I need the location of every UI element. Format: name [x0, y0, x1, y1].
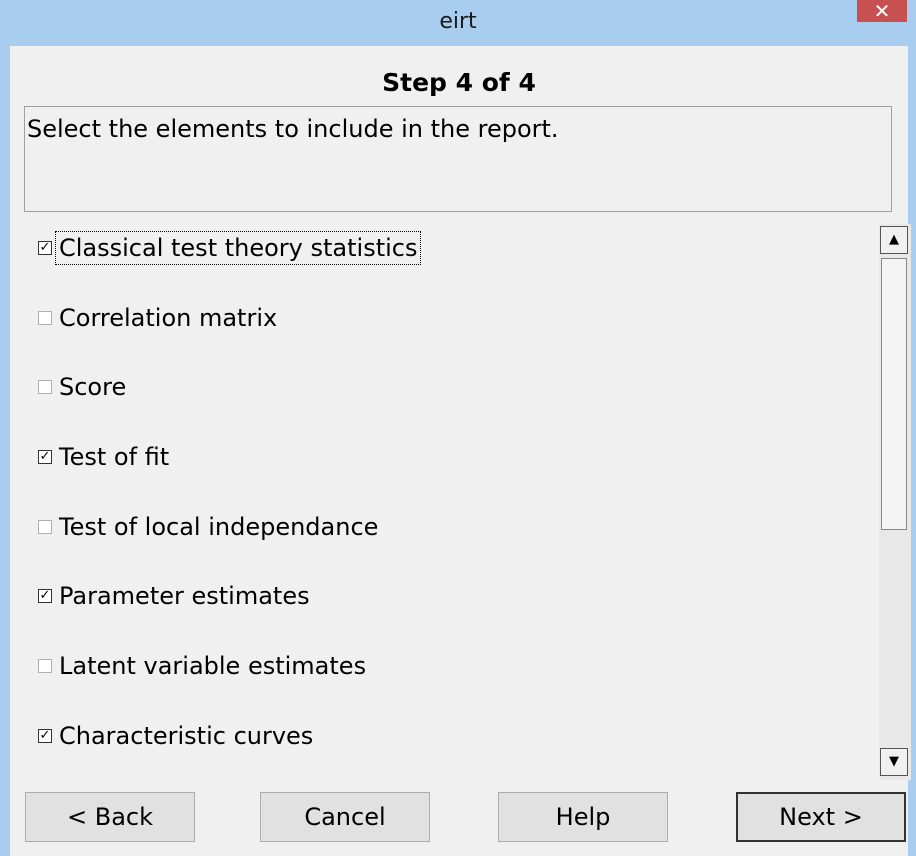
back-button[interactable]: < Back	[25, 792, 195, 842]
option-parameter-estimates[interactable]: ✓ Parameter estimates	[38, 576, 313, 616]
close-icon: ✕	[873, 0, 891, 23]
window-frame-left	[0, 0, 10, 856]
option-label: Parameter estimates	[59, 582, 310, 610]
option-test-of-fit[interactable]: ✓ Test of fit	[38, 437, 172, 477]
checkbox-classical-test-theory[interactable]: ✓	[38, 241, 52, 255]
checkbox-test-of-local-independance[interactable]	[38, 520, 52, 534]
checkbox-parameter-estimates[interactable]: ✓	[38, 589, 52, 603]
checkbox-score[interactable]	[38, 380, 52, 394]
scrollbar-thumb[interactable]	[881, 258, 907, 530]
cancel-button[interactable]: Cancel	[260, 792, 430, 842]
checkbox-characteristic-curves[interactable]: ✓	[38, 729, 52, 743]
close-button[interactable]: ✕	[857, 0, 907, 22]
option-score[interactable]: Score	[38, 367, 129, 407]
option-characteristic-curves[interactable]: ✓ Characteristic curves	[38, 716, 316, 756]
report-elements-list: ✓ Classical test theory statistics Corre…	[24, 224, 911, 784]
arrow-up-icon: ▲	[889, 232, 899, 247]
option-latent-variable-estimates[interactable]: Latent variable estimates	[38, 646, 369, 686]
option-label: Classical test theory statistics	[54, 231, 422, 265]
vertical-scrollbar[interactable]: ▲ ▼	[879, 224, 911, 780]
description-text: Select the elements to include in the re…	[27, 115, 559, 143]
option-label: Latent variable estimates	[59, 652, 367, 680]
option-label: Correlation matrix	[59, 304, 278, 332]
option-label: Score	[59, 373, 127, 401]
checkbox-latent-variable-estimates[interactable]	[38, 659, 52, 673]
checkbox-correlation-matrix[interactable]	[38, 311, 52, 325]
option-label: Characteristic curves	[59, 722, 314, 750]
description-box: Select the elements to include in the re…	[24, 106, 892, 212]
next-button[interactable]: Next >	[736, 792, 906, 842]
help-button[interactable]: Help	[498, 792, 668, 842]
step-title: Step 4 of 4	[382, 68, 536, 97]
checkbox-test-of-fit[interactable]: ✓	[38, 450, 52, 464]
scroll-up-button[interactable]: ▲	[880, 226, 908, 254]
option-label: Test of local independance	[59, 513, 379, 541]
title-bar[interactable]: eirt ✕	[0, 0, 916, 46]
arrow-down-icon: ▼	[889, 754, 899, 769]
window-title: eirt	[439, 9, 477, 34]
option-test-of-local-independance[interactable]: Test of local independance	[38, 507, 381, 547]
scroll-down-button[interactable]: ▼	[880, 748, 908, 776]
option-label: Test of fit	[59, 443, 170, 471]
wizard-client-area: Step 4 of 4 Select the elements to inclu…	[10, 46, 911, 856]
option-correlation-matrix[interactable]: Correlation matrix	[38, 298, 280, 338]
option-classical-test-theory[interactable]: ✓ Classical test theory statistics	[38, 228, 422, 268]
